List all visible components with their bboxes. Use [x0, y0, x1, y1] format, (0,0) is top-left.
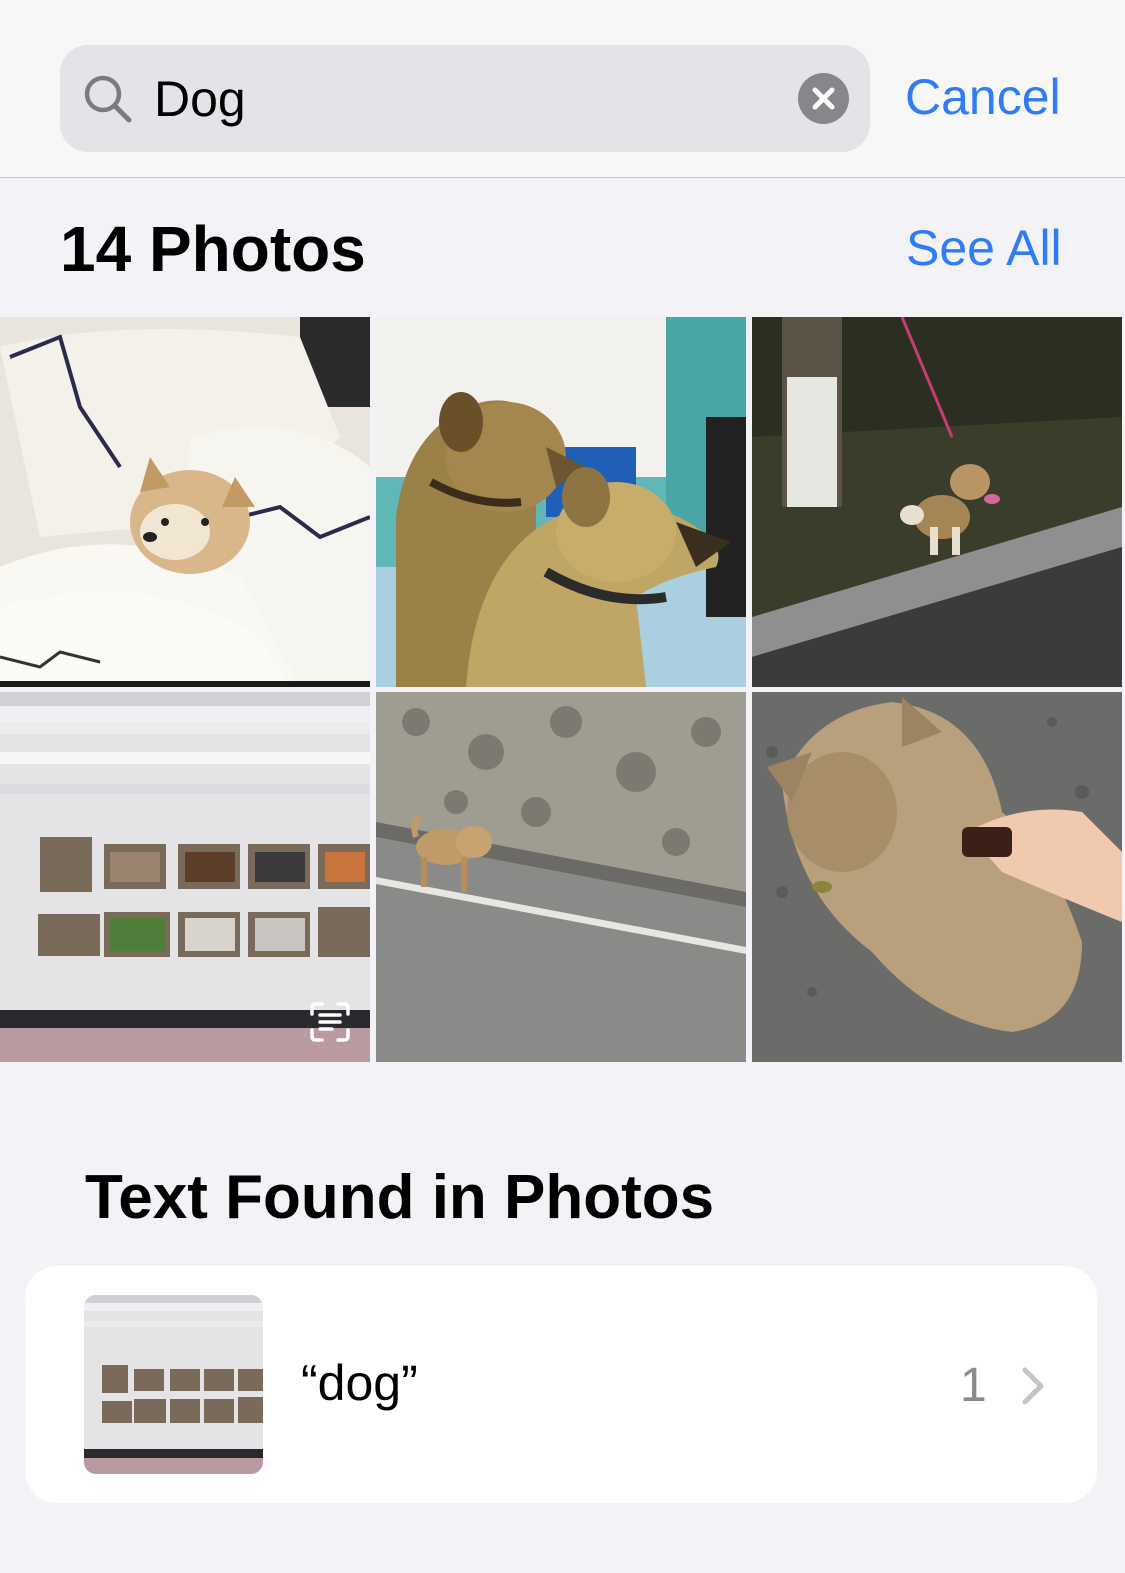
search-bar: Dog Cancel [0, 0, 1125, 178]
text-result-row[interactable]: “dog” 1 [25, 1266, 1097, 1503]
photo-fluffy-dog-petted [752, 692, 1122, 1062]
result-count: 1 [960, 1359, 987, 1412]
photo-screen-notebook [84, 1295, 263, 1474]
photo-dog-on-road [376, 692, 746, 1062]
search-input[interactable]: Dog [154, 71, 246, 127]
result-label: “dog” [301, 1355, 418, 1411]
photo-thumbnail[interactable] [376, 692, 746, 1062]
cancel-button[interactable]: Cancel [905, 68, 1061, 126]
text-found-title: Text Found in Photos [85, 1163, 715, 1232]
photos-count-title: 14 Photos [60, 213, 366, 285]
search-field[interactable]: Dog [60, 45, 870, 152]
close-icon [812, 87, 835, 110]
live-text-icon [310, 1002, 350, 1042]
search-icon [84, 75, 132, 123]
photo-two-dogs [376, 317, 746, 687]
photo-thumbnail[interactable] [752, 317, 1122, 687]
photo-thumbnail[interactable] [376, 317, 746, 687]
clear-search-button[interactable] [798, 73, 849, 124]
see-all-button[interactable]: See All [906, 218, 1062, 278]
photo-dog-on-leash-night [752, 317, 1122, 687]
photo-dog-in-bed [0, 317, 370, 687]
chevron-right-icon [1022, 1367, 1044, 1405]
photo-thumbnail[interactable] [0, 317, 370, 687]
photo-thumbnail[interactable] [0, 692, 370, 1062]
photo-thumbnail[interactable] [752, 692, 1122, 1062]
photo-grid [0, 317, 1125, 1062]
result-thumbnail [84, 1295, 263, 1474]
